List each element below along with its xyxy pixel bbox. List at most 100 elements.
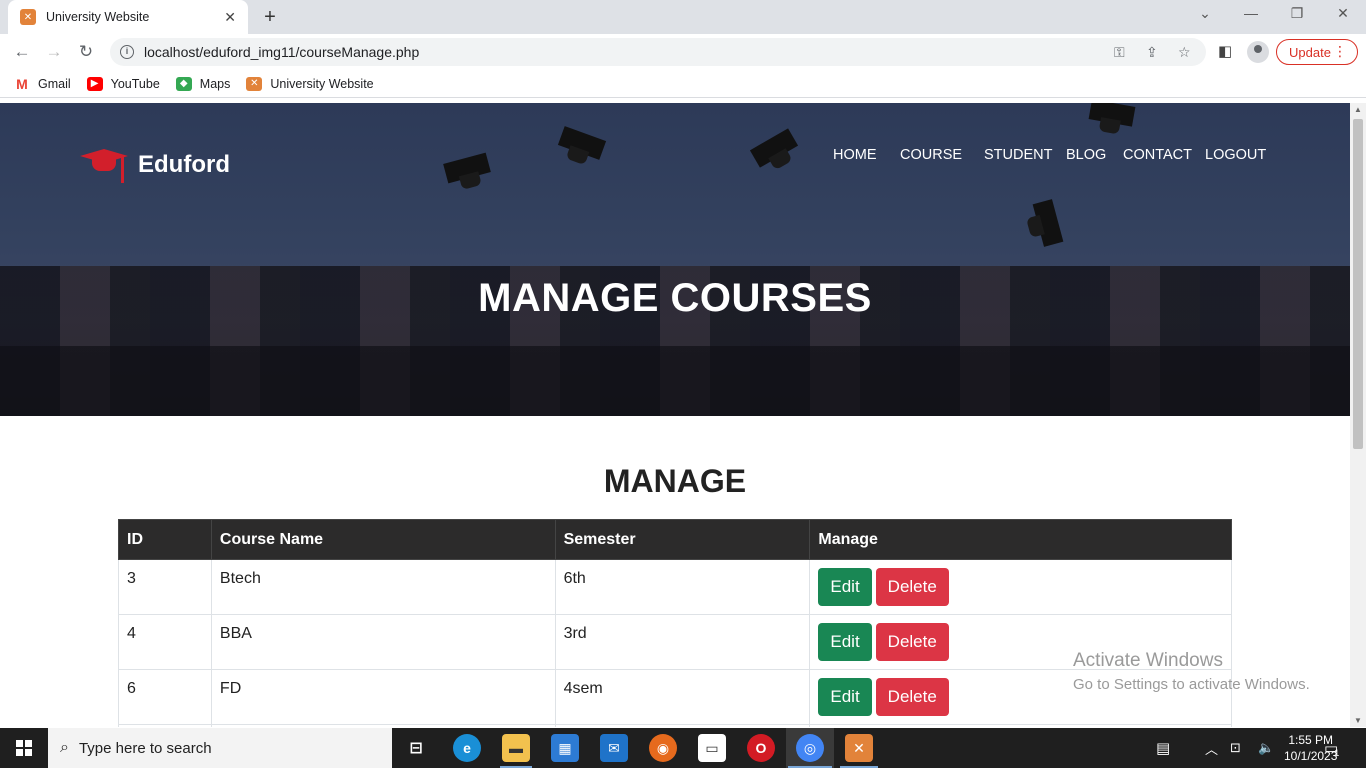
close-window-button[interactable]: ✕: [1323, 5, 1363, 22]
xampp-icon[interactable]: ✕: [845, 734, 873, 762]
microsoft-store-icon[interactable]: ▦: [551, 734, 579, 762]
cell-semester: 6th: [554, 559, 811, 615]
bookmark-label: University Website: [270, 76, 374, 91]
address-bar-row: ← → ↻ i localhost/eduford_img11/courseMa…: [0, 34, 1366, 70]
chrome-icon[interactable]: ◎: [796, 734, 824, 762]
graduation-cap-image: [1032, 199, 1064, 247]
page-viewport: Eduford HOME COURSE STUDENT BLOG CONTACT…: [0, 103, 1350, 727]
nav-course[interactable]: COURSE: [900, 147, 962, 163]
search-placeholder: Type here to search: [78, 739, 212, 757]
edit-button[interactable]: Edit: [818, 623, 872, 661]
xampp-icon: ✕: [20, 9, 36, 25]
windows-logo-icon: [16, 740, 32, 756]
graduation-cap-image: [1088, 103, 1136, 127]
table-row: 6 FD 4sem Edit Delete: [118, 669, 1232, 725]
restore-button[interactable]: ❐: [1277, 5, 1317, 22]
key-icon[interactable]: ⚿: [1114, 44, 1125, 61]
graduates-image-shadow: [0, 346, 1350, 416]
task-view-icon[interactable]: ⊟: [402, 734, 430, 762]
document-icon[interactable]: ▭: [698, 734, 726, 762]
cell-semester: 4sem: [554, 669, 811, 725]
url-text[interactable]: localhost/eduford_img11/courseManage.php: [144, 44, 419, 60]
start-button[interactable]: [0, 728, 48, 768]
bookmark-university-website[interactable]: ✕ University Website: [246, 76, 374, 91]
opera-icon[interactable]: O: [747, 734, 775, 762]
volume-icon[interactable]: 🔈: [1258, 728, 1274, 768]
main-nav: HOME COURSE STUDENT BLOG CONTACT LOGOUT: [0, 147, 1350, 167]
cell-id: 6: [118, 669, 212, 725]
delete-button[interactable]: Delete: [875, 568, 949, 606]
site-info-icon[interactable]: i: [120, 45, 134, 59]
scrollbar-thumb[interactable]: [1353, 119, 1363, 449]
delete-button[interactable]: Delete: [875, 678, 949, 716]
notification-count: 1: [1334, 748, 1340, 758]
notifications-icon[interactable]: ▭ 1: [1324, 728, 1339, 768]
side-panel-icon[interactable]: ◧: [1218, 42, 1232, 60]
column-header-id: ID: [118, 519, 212, 560]
page-scrollbar[interactable]: ▲ ▼: [1350, 103, 1366, 727]
table-row: [118, 724, 1232, 727]
cell-id: 4: [118, 614, 212, 670]
taskbar-search[interactable]: ⌕ Type here to search: [48, 728, 392, 768]
bookmark-star-icon[interactable]: ☆: [1178, 44, 1191, 61]
tab-title: University Website: [46, 10, 150, 24]
cell-manage: Edit Delete: [809, 559, 1232, 615]
share-icon[interactable]: ⇪: [1146, 44, 1158, 61]
column-header-course-name: Course Name: [210, 519, 556, 560]
column-header-manage: Manage: [809, 519, 1232, 560]
bookmark-label: YouTube: [110, 76, 160, 91]
minimize-button[interactable]: —: [1231, 5, 1271, 21]
forward-icon[interactable]: →: [41, 40, 67, 64]
scroll-down-icon[interactable]: ▼: [1350, 716, 1366, 725]
courses-table: ID Course Name Semester Manage 3 Btech 6…: [118, 519, 1232, 727]
edit-button[interactable]: Edit: [818, 568, 872, 606]
watermark-subtitle: Go to Settings to activate Windows.: [1073, 676, 1310, 693]
nav-logout[interactable]: LOGOUT: [1205, 147, 1266, 163]
mail-icon[interactable]: ✉: [600, 734, 628, 762]
browser-tabstrip: ✕ University Website ✕ + ⌄ — ❐ ✕: [0, 0, 1366, 34]
delete-button[interactable]: Delete: [875, 623, 949, 661]
new-tab-button[interactable]: +: [258, 6, 282, 28]
bookmark-label: Maps: [199, 76, 231, 91]
back-icon[interactable]: ←: [9, 40, 35, 64]
edit-button[interactable]: Edit: [818, 678, 872, 716]
nav-student[interactable]: STUDENT: [984, 147, 1052, 163]
firefox-icon[interactable]: ◉: [649, 734, 677, 762]
cell-id: 3: [118, 559, 212, 615]
nav-blog[interactable]: BLOG: [1066, 147, 1106, 163]
profile-avatar-icon[interactable]: [1247, 41, 1269, 63]
update-button[interactable]: Update ⋮: [1276, 39, 1358, 65]
gmail-icon: M: [14, 76, 30, 92]
browser-tab[interactable]: ✕ University Website ✕: [8, 0, 248, 34]
file-explorer-icon[interactable]: ▬: [502, 734, 530, 762]
network-icon[interactable]: ⊡: [1230, 728, 1241, 768]
url-bar[interactable]: i localhost/eduford_img11/courseManage.p…: [110, 38, 1206, 66]
reload-icon[interactable]: ↻: [73, 40, 99, 64]
update-label: Update: [1289, 44, 1331, 60]
cell-course-name: Btech: [210, 559, 556, 615]
bookmarks-bar: M Gmail ▶ YouTube ◆ Maps ✕ University We…: [0, 70, 1366, 98]
bookmark-maps[interactable]: ◆ Maps: [175, 76, 231, 91]
bookmark-gmail[interactable]: M Gmail: [14, 76, 71, 92]
search-icon: ⌕: [60, 739, 69, 756]
tab-search-icon[interactable]: ⌄: [1185, 5, 1225, 22]
more-menu-icon[interactable]: ⋮: [1333, 43, 1347, 60]
show-hidden-icons[interactable]: ︿: [1205, 728, 1218, 768]
table-row: 4 BBA 3rd Edit Delete: [118, 614, 1232, 670]
hero-banner: Eduford HOME COURSE STUDENT BLOG CONTACT…: [0, 103, 1350, 416]
cell-course-name: FD: [210, 669, 556, 725]
news-widget-icon[interactable]: ▤: [1156, 728, 1170, 768]
watermark-title: Activate Windows: [1073, 650, 1223, 671]
column-header-semester: Semester: [554, 519, 811, 560]
nav-contact[interactable]: CONTACT: [1123, 147, 1192, 163]
edge-icon[interactable]: e: [453, 734, 481, 762]
section-title: MANAGE: [603, 463, 747, 499]
scroll-up-icon[interactable]: ▲: [1350, 105, 1366, 114]
windows-taskbar: ⌕ Type here to search ⊟ e ▬ ▦ ✉ ◉ ▭ O ◎ …: [0, 728, 1366, 768]
bookmark-label: Gmail: [38, 76, 71, 91]
cell-course-name: BBA: [210, 614, 556, 670]
nav-home[interactable]: HOME: [833, 147, 877, 163]
bookmark-youtube[interactable]: ▶ YouTube: [86, 76, 160, 91]
tab-close-icon[interactable]: ✕: [224, 9, 236, 26]
cell-semester: 3rd: [554, 614, 811, 670]
